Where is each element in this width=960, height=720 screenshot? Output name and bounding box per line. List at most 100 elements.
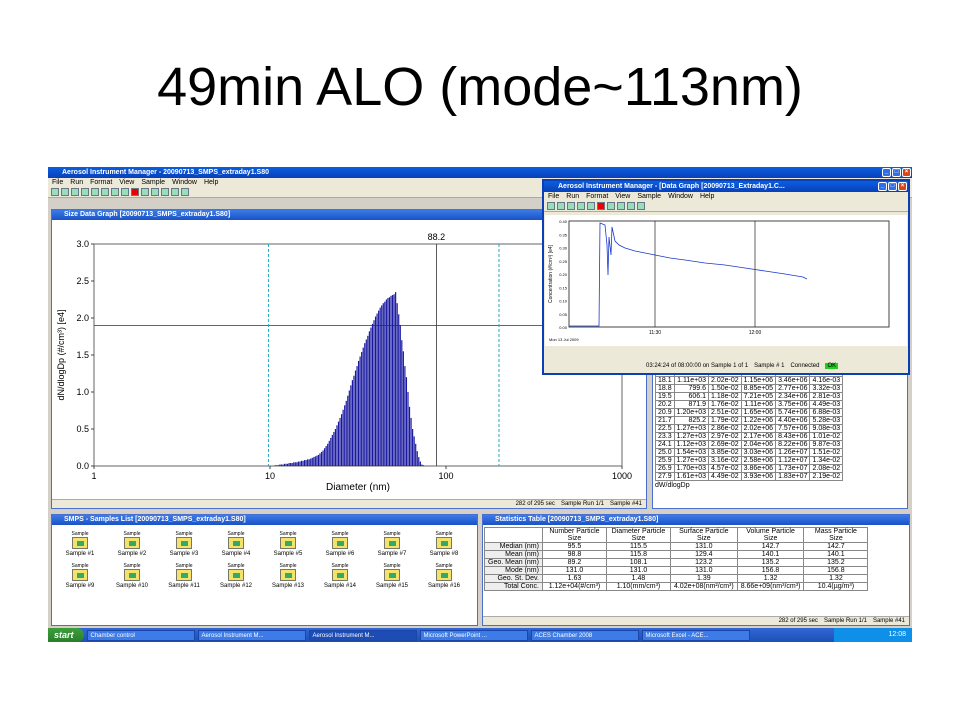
maximize-icon[interactable]: □ — [892, 168, 901, 177]
menu-sample[interactable]: Sample — [141, 178, 165, 187]
table-cell: 4.49e-02 — [708, 472, 742, 481]
sample-item[interactable]: Sample Sample #2 — [108, 531, 156, 557]
open-icon[interactable] — [61, 188, 69, 196]
size-bar — [404, 366, 406, 466]
sample-item[interactable]: Sample Sample #1 — [56, 531, 104, 557]
data-graph-titlebar[interactable]: Aerosol Instrument Manager - [Data Graph… — [544, 181, 908, 192]
sample-item[interactable]: Sample Sample #12 — [212, 563, 260, 589]
record-icon[interactable] — [627, 202, 635, 210]
sample-item[interactable]: Sample Sample #9 — [56, 563, 104, 589]
task-aces-chamber[interactable]: ACES Chamber 2008 — [530, 629, 639, 641]
sample-item[interactable]: Sample Sample #11 — [160, 563, 208, 589]
record-icon[interactable] — [161, 188, 169, 196]
size-bar — [290, 463, 292, 466]
sample-item[interactable]: Sample Sample #10 — [108, 563, 156, 589]
menu-sample[interactable]: Sample — [637, 192, 661, 201]
task-powerpoint[interactable]: Microsoft PowerPoint ... — [419, 629, 528, 641]
sample-icon — [72, 569, 88, 581]
size-bar — [316, 455, 318, 466]
size-bar — [328, 440, 330, 466]
sample-item[interactable]: Sample Sample #6 — [316, 531, 364, 557]
close-icon[interactable]: × — [902, 168, 911, 177]
save-icon[interactable] — [557, 202, 565, 210]
main-window-titlebar[interactable]: Aerosol Instrument Manager - 20090713_SM… — [48, 167, 912, 178]
stop-icon[interactable] — [597, 202, 605, 210]
pause-icon[interactable] — [141, 188, 149, 196]
statistics-titlebar[interactable]: Statistics Table [20090713_SMPS_extraday… — [483, 515, 909, 525]
table-cell: 20.9 — [655, 408, 675, 417]
sample-item[interactable]: Sample Sample #3 — [160, 531, 208, 557]
maximize-icon[interactable]: □ — [888, 182, 897, 191]
size-bar — [367, 335, 369, 466]
print-icon[interactable] — [81, 188, 89, 196]
sample-item[interactable]: Sample Sample #15 — [368, 563, 416, 589]
size-bar — [364, 343, 366, 466]
menu-help[interactable]: Help — [700, 192, 714, 201]
chart-icon[interactable] — [577, 202, 585, 210]
close-icon[interactable]: × — [898, 182, 907, 191]
sample-label: Sample #9 — [65, 583, 95, 589]
size-bar — [303, 460, 306, 466]
size-bar — [357, 360, 360, 466]
minimize-icon[interactable]: _ — [882, 168, 891, 177]
task-chamber-control[interactable]: Chamber control — [86, 629, 195, 641]
task-aim-2[interactable]: Aerosol Instrument M... — [308, 629, 417, 641]
cancel-icon[interactable] — [637, 202, 645, 210]
start-button[interactable]: start — [48, 628, 84, 642]
menu-help[interactable]: Help — [204, 178, 218, 187]
table-cell: 1.83e+07 — [775, 472, 811, 481]
menu-format[interactable]: Format — [586, 192, 608, 201]
size-bar — [279, 464, 281, 466]
statistics-table: Number Particle Size Diameter Particle Si… — [484, 527, 869, 591]
task-aim-1[interactable]: Aerosol Instrument M... — [197, 629, 306, 641]
new-icon[interactable] — [51, 188, 59, 196]
sample-item[interactable]: Sample Sample #13 — [264, 563, 312, 589]
menu-run[interactable]: Run — [70, 178, 83, 187]
menu-file[interactable]: File — [548, 192, 559, 201]
size-bar — [331, 434, 333, 466]
back-icon[interactable] — [121, 188, 129, 196]
sample-icon — [124, 569, 140, 581]
sample-item[interactable]: Sample Sample #4 — [212, 531, 260, 557]
size-bar — [393, 294, 395, 466]
size-graph-status: 282 of 295 sec Sample Run 1/1 Sample #41 — [52, 499, 646, 508]
play-icon[interactable] — [151, 188, 159, 196]
open-icon[interactable] — [547, 202, 555, 210]
chart-icon[interactable] — [91, 188, 99, 196]
sample-item[interactable]: Sample Sample #5 — [264, 531, 312, 557]
menu-format[interactable]: Format — [90, 178, 112, 187]
pause-icon[interactable] — [607, 202, 615, 210]
size-bar — [356, 366, 358, 466]
sample-item[interactable]: Sample Sample #14 — [316, 563, 364, 589]
menu-window[interactable]: Window — [668, 192, 693, 201]
cancel-icon[interactable] — [181, 188, 189, 196]
menu-view[interactable]: View — [615, 192, 630, 201]
print-icon[interactable] — [567, 202, 575, 210]
sample-item[interactable]: Sample Sample #16 — [420, 563, 468, 589]
forward-icon[interactable] — [171, 188, 179, 196]
ok-indicator: OK — [825, 363, 839, 369]
table-icon[interactable] — [101, 188, 109, 196]
time-y-tick-label: 0.40 — [559, 219, 568, 224]
size-data-table: 17.5684.81.20e-026.56e+051.91e+062.29e-0… — [655, 368, 844, 489]
y-tick-label: 0.0 — [76, 461, 89, 471]
size-bar — [293, 462, 295, 466]
size-bar — [322, 450, 324, 466]
play-icon[interactable] — [617, 202, 625, 210]
menu-run[interactable]: Run — [566, 192, 579, 201]
stop-icon[interactable] — [131, 188, 139, 196]
samples-list-titlebar[interactable]: SMPS - Samples List [20090713_SMPS_extra… — [52, 515, 477, 525]
save-icon[interactable] — [71, 188, 79, 196]
table-row: 24.1 1.12e+03 2.69e-02 2.04e+06 8.22e+06 9.87… — [655, 440, 844, 449]
menu-window[interactable]: Window — [172, 178, 197, 187]
task-excel[interactable]: Microsoft Excel - ACE... — [641, 629, 750, 641]
rewind-icon[interactable] — [111, 188, 119, 196]
table-header-row: Number Particle Size Diameter Particle Si… — [484, 527, 869, 543]
sample-item[interactable]: Sample Sample #7 — [368, 531, 416, 557]
menu-file[interactable]: File — [52, 178, 63, 187]
table-row: 27.9 1.61e+03 4.49e-02 3.93e+06 1.83e+07 2.19… — [655, 472, 844, 481]
menu-view[interactable]: View — [119, 178, 134, 187]
sample-item[interactable]: Sample Sample #8 — [420, 531, 468, 557]
minimize-icon[interactable]: _ — [878, 182, 887, 191]
rewind-icon[interactable] — [587, 202, 595, 210]
